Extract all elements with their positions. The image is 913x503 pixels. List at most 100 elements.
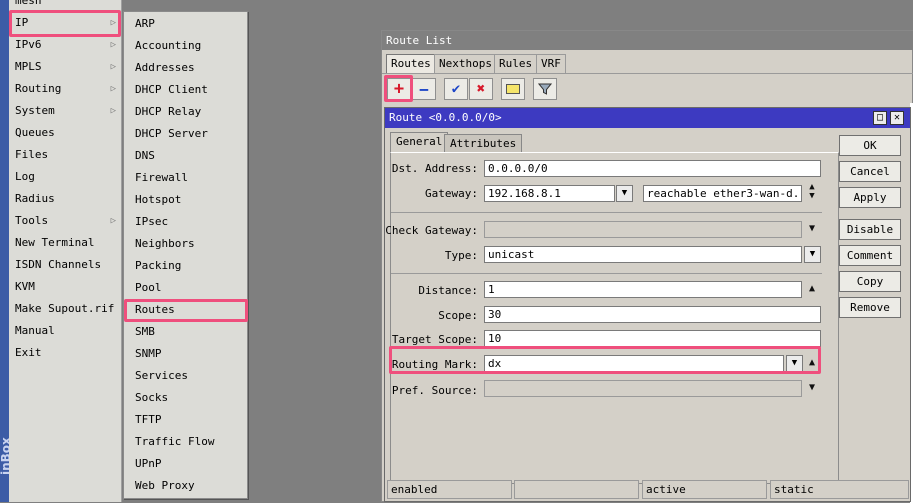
- check-gateway-down-icon[interactable]: ▼: [806, 223, 818, 235]
- filter-icon: [538, 83, 552, 95]
- distance-field[interactable]: 1: [484, 281, 802, 298]
- menu-item-make-supout-rif[interactable]: Make Supout.rif: [9, 298, 122, 320]
- remove-button[interactable]: −: [412, 78, 436, 100]
- status-enabled: enabled: [387, 480, 512, 499]
- menu-item-mesh[interactable]: mesh: [9, 0, 122, 12]
- submenu-item-snmp[interactable]: SNMP: [124, 343, 247, 365]
- menu-item-ipv6[interactable]: IPv6 ▷: [9, 34, 122, 56]
- distance-up-icon[interactable]: ▲: [806, 283, 818, 295]
- submenu-item-socks[interactable]: Socks: [124, 387, 247, 409]
- close-button[interactable]: ✕: [890, 111, 904, 125]
- submenu-item-neighbors[interactable]: Neighbors: [124, 233, 247, 255]
- dropdown-icon: ▼: [791, 358, 798, 368]
- routing-mark-dropdown-button[interactable]: ▼: [786, 355, 803, 372]
- tab-rules[interactable]: Rules: [494, 54, 538, 73]
- submenu-item-packing[interactable]: Packing: [124, 255, 247, 277]
- left-brand-strip: inBox: [0, 0, 9, 502]
- gateway-dropdown-button[interactable]: ▼: [616, 185, 633, 202]
- main-menu: mesh IP ▷ IPv6 ▷ MPLS ▷ Routing ▷ System ▷ Queues Fi…: [9, 0, 122, 502]
- submenu-item-hotspot[interactable]: Hotspot: [124, 189, 247, 211]
- menu-item-radius[interactable]: Radius: [9, 188, 122, 210]
- gateway-label: Gateway:: [425, 187, 478, 200]
- target-scope-field[interactable]: 10: [484, 330, 821, 347]
- menu-item-label: Files: [15, 148, 49, 161]
- submenu-item-services[interactable]: Services: [124, 365, 247, 387]
- dst-address-field[interactable]: 0.0.0.0/0: [484, 160, 821, 177]
- submenu-item-arp[interactable]: ARP: [124, 13, 247, 35]
- menu-item-label: Radius: [15, 192, 55, 205]
- comment-button[interactable]: [501, 78, 525, 100]
- menu-item-ip[interactable]: IP ▷: [9, 12, 122, 34]
- menu-item-label: Log: [15, 170, 35, 183]
- status-active: active: [642, 480, 767, 499]
- submenu-item-smb[interactable]: SMB: [124, 321, 247, 343]
- restore-button[interactable]: □: [873, 111, 887, 125]
- menu-item-new-terminal[interactable]: New Terminal: [9, 232, 122, 254]
- check-gateway-label: Check Gateway:: [385, 224, 478, 237]
- menu-item-label: Queues: [15, 126, 55, 139]
- target-scope-label: Target Scope:: [391, 333, 478, 346]
- menu-item-log[interactable]: Log: [9, 166, 122, 188]
- check-gateway-field[interactable]: [484, 221, 802, 238]
- submenu-item-dhcp-client[interactable]: DHCP Client: [124, 79, 247, 101]
- restore-icon: □: [876, 112, 884, 123]
- submenu-item-web-proxy[interactable]: Web Proxy: [124, 475, 247, 497]
- submenu-item-accounting[interactable]: Accounting: [124, 35, 247, 57]
- menu-item-files[interactable]: Files: [9, 144, 122, 166]
- menu-item-exit[interactable]: Exit: [9, 342, 122, 364]
- routing-mark-field[interactable]: dx: [484, 355, 784, 372]
- menu-item-isdn-channels[interactable]: ISDN Channels: [9, 254, 122, 276]
- menu-item-label: IP: [15, 16, 29, 29]
- pref-source-field[interactable]: [484, 380, 802, 397]
- pref-source-down-icon[interactable]: ▼: [806, 382, 818, 394]
- type-field[interactable]: unicast: [484, 246, 802, 263]
- tab-attributes[interactable]: Attributes: [444, 134, 523, 153]
- add-button[interactable]: +: [387, 78, 411, 100]
- route-list-title: Route List: [382, 31, 913, 50]
- comment-route-button[interactable]: Comment: [839, 245, 901, 266]
- menu-item-tools[interactable]: Tools ▷: [9, 210, 122, 232]
- submenu-item-dhcp-server[interactable]: DHCP Server: [124, 123, 247, 145]
- filter-button[interactable]: [533, 78, 557, 100]
- ok-button[interactable]: OK: [839, 135, 901, 156]
- disable-route-button[interactable]: Disable: [839, 219, 901, 240]
- menu-item-queues[interactable]: Queues: [9, 122, 122, 144]
- submenu-item-routes[interactable]: Routes: [124, 299, 247, 321]
- menu-item-routing[interactable]: Routing ▷: [9, 78, 122, 100]
- submenu-item-dns[interactable]: DNS: [124, 145, 247, 167]
- disable-button[interactable]: ✖: [469, 78, 493, 100]
- tab-nexthops[interactable]: Nexthops: [434, 54, 497, 73]
- gateway-field[interactable]: 192.168.8.1: [484, 185, 615, 202]
- scope-field[interactable]: 30: [484, 306, 821, 323]
- routing-mark-up-icon[interactable]: ▲: [806, 357, 818, 369]
- routing-mark-label: Routing Mark:: [391, 358, 478, 371]
- menu-item-manual[interactable]: Manual: [9, 320, 122, 342]
- apply-button[interactable]: Apply: [839, 187, 901, 208]
- remove-route-button[interactable]: Remove: [839, 297, 901, 318]
- gateway-updown-icon[interactable]: ▲ ▼: [806, 183, 818, 203]
- copy-button[interactable]: Copy: [839, 271, 901, 292]
- submenu-arrow-icon: ▷: [110, 18, 116, 28]
- submenu-item-addresses[interactable]: Addresses: [124, 57, 247, 79]
- minus-icon: −: [419, 79, 429, 99]
- submenu-arrow-icon: ▷: [110, 216, 116, 226]
- type-dropdown-button[interactable]: ▼: [804, 246, 821, 263]
- tab-general[interactable]: General: [390, 132, 449, 153]
- check-icon: ✔: [451, 81, 461, 97]
- menu-item-label: Tools: [15, 214, 49, 227]
- submenu-item-traffic-flow[interactable]: Traffic Flow: [124, 431, 247, 453]
- submenu-item-ipsec[interactable]: IPsec: [124, 211, 247, 233]
- submenu-item-dhcp-relay[interactable]: DHCP Relay: [124, 101, 247, 123]
- cancel-button[interactable]: Cancel: [839, 161, 901, 182]
- tab-vrf[interactable]: VRF: [536, 54, 566, 73]
- submenu-item-upnp[interactable]: UPnP: [124, 453, 247, 475]
- enable-button[interactable]: ✔: [444, 78, 468, 100]
- submenu-item-pool[interactable]: Pool: [124, 277, 247, 299]
- menu-item-kvm[interactable]: KVM: [9, 276, 122, 298]
- submenu-item-tftp[interactable]: TFTP: [124, 409, 247, 431]
- submenu-item-firewall[interactable]: Firewall: [124, 167, 247, 189]
- menu-item-system[interactable]: System ▷: [9, 100, 122, 122]
- menu-item-mpls[interactable]: MPLS ▷: [9, 56, 122, 78]
- menu-item-label: ISDN Channels: [15, 258, 102, 271]
- tab-routes[interactable]: Routes: [386, 54, 436, 73]
